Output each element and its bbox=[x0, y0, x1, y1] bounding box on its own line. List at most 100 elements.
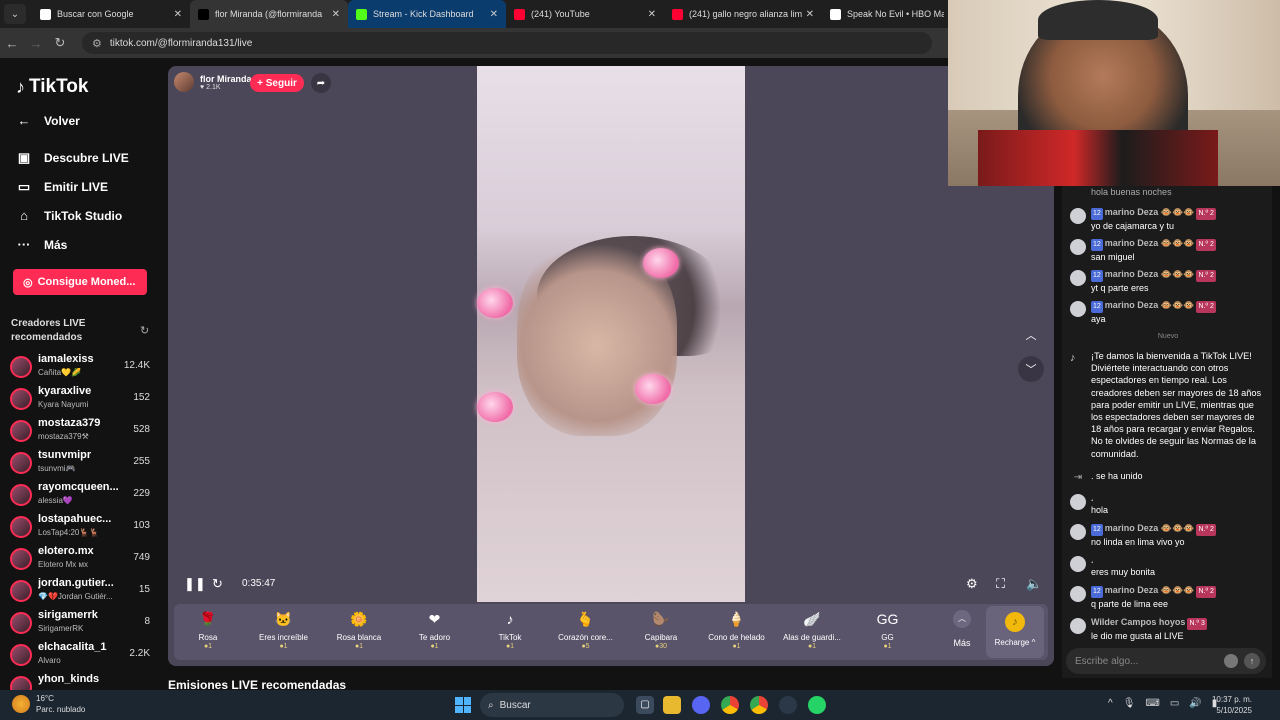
creator-item[interactable]: elchacalita_1 Alvaro 2.2K bbox=[10, 641, 152, 671]
share-icon[interactable]: ➦ bbox=[311, 73, 331, 93]
send-icon[interactable]: ↑ bbox=[1244, 653, 1260, 669]
gift-item[interactable]: 🍦 Cono de helado ●1 bbox=[699, 608, 775, 658]
refresh-stream-icon[interactable]: ↻ bbox=[212, 576, 223, 592]
creator-item[interactable]: jordan.gutier... 💎💔Jordan Gutiér... 15 bbox=[10, 577, 152, 607]
whatsapp-icon[interactable] bbox=[808, 696, 826, 714]
obs-icon[interactable] bbox=[779, 696, 797, 714]
chat-input[interactable]: Escribe algo... ↑ bbox=[1066, 648, 1266, 674]
keyboard-icon[interactable]: ⌨ bbox=[1145, 698, 1159, 709]
avatar[interactable] bbox=[1070, 586, 1086, 602]
microphone-icon[interactable]: 🎙 bbox=[1123, 698, 1136, 709]
weather-widget[interactable]: 16°C Parc. nublado bbox=[12, 693, 85, 715]
chat-username[interactable]: Wilder Campos hoyos bbox=[1091, 617, 1185, 627]
gift-item[interactable]: ♪ TikTok ●1 bbox=[472, 608, 548, 658]
browser-tab[interactable]: Buscar con Google ✕ bbox=[32, 0, 190, 28]
taskbar-search[interactable]: ⌕ Buscar bbox=[480, 693, 624, 717]
clock[interactable]: 10:37 p. m. 5/10/2025 bbox=[1206, 694, 1252, 716]
browser-tab[interactable]: (241) YouTube ✕ bbox=[506, 0, 664, 28]
close-icon[interactable]: ✕ bbox=[648, 9, 656, 20]
browser-tab[interactable]: (241) gallo negro alianza lima - ✕ bbox=[664, 0, 822, 28]
follow-button[interactable]: + Seguir bbox=[250, 74, 304, 92]
chat-username[interactable]: marino Deza bbox=[1105, 238, 1159, 248]
tiktok-logo[interactable]: ♪ TikTok bbox=[16, 76, 88, 98]
avatar[interactable] bbox=[1070, 270, 1086, 286]
chat-username[interactable]: . bbox=[1091, 493, 1094, 503]
host-avatar[interactable] bbox=[174, 72, 194, 92]
avatar[interactable] bbox=[1070, 208, 1086, 224]
volume-icon[interactable]: 🔊 bbox=[1189, 698, 1201, 709]
close-icon[interactable]: ✕ bbox=[806, 9, 814, 20]
refresh-icon[interactable]: ↻ bbox=[140, 324, 149, 337]
back-arrow-icon[interactable]: ← bbox=[0, 36, 24, 51]
avatar bbox=[10, 484, 32, 506]
browser-tab[interactable]: flor Miranda (@flormiranda ✕ bbox=[190, 0, 348, 28]
fullscreen-icon[interactable]: ⛶ bbox=[996, 576, 1005, 592]
avatar[interactable] bbox=[1070, 494, 1086, 510]
discord-icon[interactable] bbox=[692, 696, 710, 714]
nav-more[interactable]: ··· Más bbox=[16, 237, 68, 252]
gift-item[interactable]: 🦫 Capibara ●30 bbox=[623, 608, 699, 658]
avatar[interactable] bbox=[1070, 239, 1086, 255]
get-coins-button[interactable]: ◎ Consigue Moned... bbox=[13, 269, 147, 295]
creator-item[interactable]: elotero.mx Elotero Mx ᴍx 749 bbox=[10, 545, 152, 575]
more-gifts-button[interactable]: ︿ Más bbox=[942, 610, 982, 656]
file-explorer-icon[interactable] bbox=[663, 696, 681, 714]
avatar[interactable] bbox=[1070, 556, 1086, 572]
emoji-icon[interactable] bbox=[1224, 654, 1238, 668]
chat-username[interactable]: marino Deza bbox=[1105, 207, 1159, 217]
creator-item[interactable]: tsunvmipr tsunvmi🎮 255 bbox=[10, 449, 152, 479]
avatar[interactable] bbox=[1070, 301, 1086, 317]
host-info[interactable]: flor Miranda ♥ 2.1K bbox=[174, 72, 252, 92]
close-icon[interactable]: ✕ bbox=[490, 9, 498, 20]
url-field[interactable]: ⚙ tiktok.com/@flormiranda131/live bbox=[82, 32, 932, 54]
creator-item[interactable]: lostapahuec... LosTap4:20🦌🦌 103 bbox=[10, 513, 152, 543]
creator-item[interactable]: yhon_kinds bbox=[10, 673, 152, 690]
gift-item[interactable]: 🪽 Alas de guardi... ●1 bbox=[774, 608, 850, 658]
gift-item[interactable]: 🫰 Corazón core... ●5 bbox=[548, 608, 624, 658]
back-link[interactable]: ← Volver bbox=[16, 113, 80, 128]
creator-item[interactable]: kyaraxlive Kyara Nayumi 152 bbox=[10, 385, 152, 415]
chat-username[interactable]: marino Deza bbox=[1105, 269, 1159, 279]
chat-username[interactable]: marino Deza bbox=[1105, 300, 1159, 310]
gift-item[interactable]: 🌼 Rosa blanca ●1 bbox=[321, 608, 397, 658]
chat-username[interactable]: marino Deza bbox=[1105, 523, 1159, 533]
reload-icon[interactable]: ↻ bbox=[48, 35, 72, 51]
gift-item[interactable]: ❤ Te adoro ●1 bbox=[397, 608, 473, 658]
chevron-up-icon: ︿ bbox=[953, 610, 971, 628]
site-info-icon[interactable]: ⚙ bbox=[92, 37, 102, 50]
chevron-down-icon[interactable]: ﹀ bbox=[1018, 356, 1044, 382]
gift-item[interactable]: 🐱 Eres increíble ●1 bbox=[246, 608, 322, 658]
creator-item[interactable]: sirigamerrk SirigamerRK 8 bbox=[10, 609, 152, 639]
nav-tiktok-studio[interactable]: ⌂ TikTok Studio bbox=[16, 208, 122, 223]
browser-tab[interactable]: Stream - Kick Dashboard ✕ bbox=[348, 0, 506, 28]
network-icon[interactable]: ▭ bbox=[1170, 698, 1179, 709]
forward-arrow-icon[interactable]: → bbox=[24, 36, 48, 51]
close-icon[interactable]: ✕ bbox=[332, 9, 340, 20]
chat-username[interactable]: marino Deza bbox=[1105, 585, 1159, 595]
gift-item[interactable]: 🌹 Rosa ●1 bbox=[170, 608, 246, 658]
browser-tab[interactable]: Speak No Evil • HBO Max bbox=[822, 0, 952, 28]
creator-item[interactable]: iamalexiss Cañita💛🌽 12.4K bbox=[10, 353, 152, 383]
avatar[interactable] bbox=[1070, 524, 1086, 540]
task-view-icon[interactable]: ▢ bbox=[636, 696, 654, 714]
weather-desc: Parc. nublado bbox=[36, 705, 86, 714]
chevron-up-icon[interactable]: ︿ bbox=[1018, 322, 1044, 348]
creator-item[interactable]: mostaza379 mostaza379⚒ 528 bbox=[10, 417, 152, 447]
settings-icon[interactable]: ⚙ bbox=[966, 576, 978, 592]
chrome-active-icon[interactable] bbox=[750, 696, 768, 714]
chrome-icon[interactable] bbox=[721, 696, 739, 714]
gift-item[interactable]: GG GG ●1 bbox=[850, 608, 926, 658]
tab-search-menu[interactable]: ⌄ bbox=[4, 4, 26, 24]
chevron-up-icon[interactable]: ^ bbox=[1108, 698, 1113, 709]
live-video[interactable] bbox=[477, 66, 745, 602]
nav-go-live[interactable]: ▭ Emitir LIVE bbox=[16, 179, 108, 195]
avatar[interactable] bbox=[1070, 618, 1086, 634]
nav-discover-live[interactable]: ▣ Descubre LIVE bbox=[16, 150, 129, 166]
recharge-button[interactable]: ♪ Recharge ^ bbox=[986, 606, 1044, 658]
windows-start-icon[interactable] bbox=[455, 697, 471, 713]
volume-icon[interactable]: 🔈 bbox=[1026, 576, 1042, 592]
chat-username[interactable]: . bbox=[1091, 555, 1094, 565]
pause-icon[interactable]: ❚❚ bbox=[184, 576, 206, 592]
close-icon[interactable]: ✕ bbox=[174, 9, 182, 20]
creator-item[interactable]: rayomcqueen... alessia💜 229 bbox=[10, 481, 152, 511]
